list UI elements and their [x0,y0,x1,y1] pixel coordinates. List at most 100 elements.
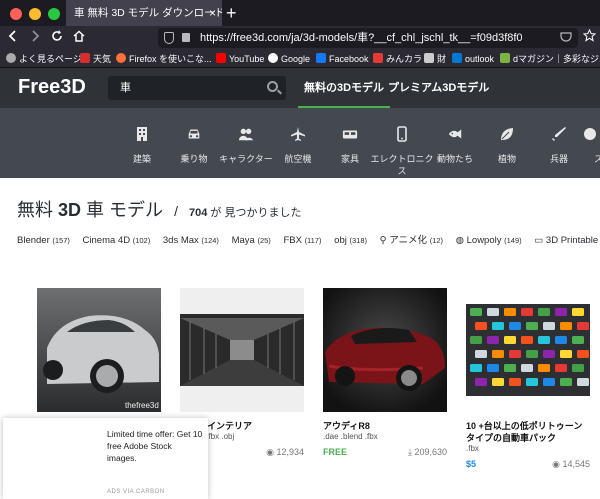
star-bookmark-icon[interactable] [580,28,598,47]
car-pack-image [466,304,590,396]
bookmark-item[interactable]: 財 [424,50,446,68]
toy-car [577,322,589,330]
toy-car [555,364,567,372]
browser-tab-bar: 車 無料 3D モデル ダウンロード - Fr × + [0,0,600,26]
filter-fbx[interactable]: FBX (117) [283,235,321,246]
toy-car [538,364,550,372]
filter-obj[interactable]: obj (318) [334,235,367,246]
filter-3dprintable[interactable]: ▭ 3D Printable ( [534,235,600,246]
outlook-icon [452,53,462,63]
reload-button[interactable] [48,29,66,47]
monitor-icon: ▭ [534,235,544,246]
model-thumbnail[interactable] [180,288,304,412]
toy-car [555,336,567,344]
shield-icon[interactable] [164,32,174,44]
bookmark-item[interactable]: YouTube [216,50,264,68]
folder-icon [424,53,434,63]
people-icon [238,128,254,141]
model-formats: .fbx [466,444,479,453]
toy-car [526,378,538,386]
search-input[interactable]: 車 [108,76,286,100]
bookmark-item[interactable]: よく見るページ [6,50,82,68]
lock-icon[interactable] [182,33,190,42]
category-sports[interactable]: ス [576,108,600,165]
model-title[interactable]: 10 +台以上の低ポリトゥーンタイプの自動車パック [466,420,590,444]
browser-nav-bar: https://free3d.com/ja/3d-models/車?__cf_c… [0,26,600,50]
reload-icon [52,30,62,41]
url-bar[interactable]: https://free3d.com/ja/3d-models/車?__cf_c… [158,28,578,48]
view-count: ◉ 12,934 [266,447,304,457]
home-icon [73,30,85,42]
maximize-window-button[interactable] [48,8,60,20]
carbon-ad[interactable]: Limited time offer: Get 10 free Adobe St… [3,418,208,499]
toy-car [492,378,504,386]
ad-text[interactable]: Limited time offer: Get 10 free Adobe St… [107,428,203,464]
building-icon [137,127,147,141]
gear-icon [6,53,16,63]
toy-car [577,350,589,358]
toy-car [475,378,487,386]
toy-car [509,322,521,330]
toy-car [470,336,482,344]
toy-car [487,364,499,372]
model-thumbnail[interactable]: thefree3d [37,288,161,412]
ad-label[interactable]: ADS VIA CARBON [107,489,165,495]
format-filters: Blender (157) Cinema 4D (102) 3ds Max (1… [17,232,600,246]
minkara-icon [373,53,383,63]
fish-icon [448,129,462,139]
search-icon[interactable] [267,81,278,92]
toy-car [504,308,516,316]
toy-car [538,336,550,344]
filter-lowpoly[interactable]: ◍ Lowpoly (149) [456,235,522,246]
bookmark-item[interactable]: Firefox を使いこな... [116,50,212,68]
filter-3dsmax[interactable]: 3ds Max (124) [163,235,219,246]
forward-arrow-icon [32,30,40,42]
nav-premium-models[interactable]: プレミアム3Dモデル [388,68,489,108]
new-tab-button[interactable]: + [226,2,237,24]
download-icon: ⤓ [407,447,412,457]
youtube-icon [216,53,226,63]
model-thumbnail[interactable] [466,288,590,412]
bookmarks-bar: よく見るページ 天気 Firefox を使いこな... YouTube Goog… [0,50,600,68]
google-icon [268,53,278,63]
toy-car [492,350,504,358]
car-icon [188,129,200,139]
watermark-text: thefree3d [125,401,159,410]
train-interior-image [180,314,304,386]
phone-icon [397,126,407,142]
home-button[interactable] [70,29,88,47]
filter-animated[interactable]: ⚲ アニメ化 (12) [380,232,443,246]
toy-car [526,350,538,358]
toy-car [560,322,572,330]
minimize-window-button[interactable] [29,8,41,20]
model-card[interactable]: アウディR8 .dae .blend .fbx FREE ⤓ 209,630 [323,288,447,461]
toy-car [521,308,533,316]
toy-car [521,364,533,372]
bookmark-item[interactable]: Facebook [316,50,369,68]
back-button[interactable] [4,29,22,47]
forward-button[interactable] [26,29,44,47]
pocket-icon[interactable] [560,31,572,46]
bookmark-item[interactable]: dマガジン｜多彩なジ... [500,50,600,68]
filter-maya[interactable]: Maya (25) [232,235,271,246]
close-window-button[interactable] [10,8,22,20]
model-title[interactable]: アウディR8 [323,420,447,432]
filter-cinema4d[interactable]: Cinema 4D (102) [83,235,151,246]
bookmark-item[interactable]: 天気 [80,50,111,68]
model-card[interactable]: thefree3d [37,288,161,412]
bookmark-item[interactable]: みんカラ [373,50,422,68]
bookmark-item[interactable]: Google [268,50,310,68]
tab-close-icon[interactable]: × [209,0,216,26]
bookmark-item[interactable]: outlook [452,50,494,68]
toy-car [538,308,550,316]
weather-icon [80,53,90,63]
search-query[interactable]: 車 [120,76,131,100]
nav-free-models[interactable]: 無料の3Dモデル [298,68,391,108]
model-thumbnail[interactable] [323,288,447,412]
url-text[interactable]: https://free3d.com/ja/3d-models/車?__cf_c… [200,28,530,48]
filter-blender[interactable]: Blender (157) [17,235,70,246]
browser-tab[interactable]: 車 無料 3D モデル ダウンロード - Fr × [66,0,222,26]
site-logo[interactable]: Free3D [18,76,86,99]
toy-car [555,308,567,316]
model-card[interactable]: 10 +台以上の低ポリトゥーンタイプの自動車パック .fbx $5 ◉ 14,5… [466,288,590,473]
